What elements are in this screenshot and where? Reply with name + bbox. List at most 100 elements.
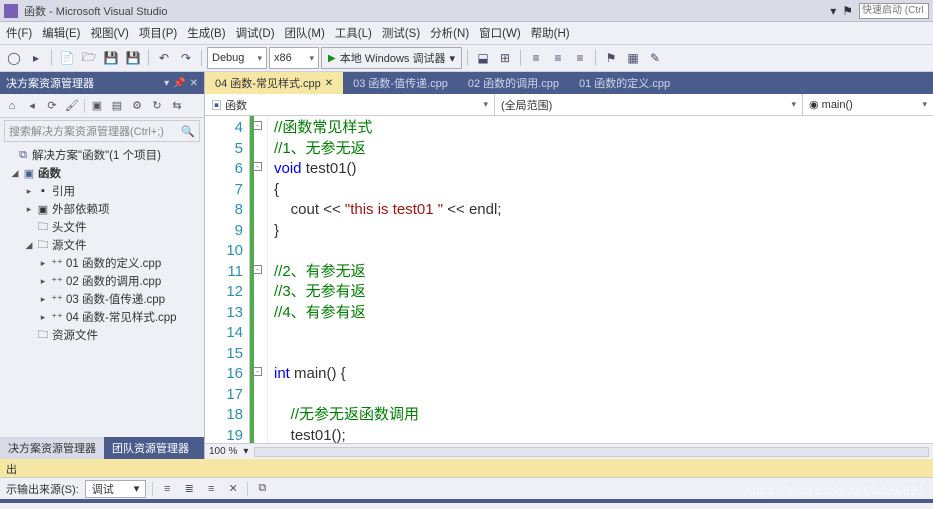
search-input[interactable]: 搜索解决方案资源管理器(Ctrl+;) 🔍 — [4, 120, 200, 142]
out-icon-1[interactable]: ≡ — [159, 481, 175, 497]
title-bar: 函数 - Microsoft Visual Studio ▾ ⚑ — [0, 0, 933, 22]
flag-icon[interactable]: ⚑ — [842, 4, 853, 18]
dropdown-icon[interactable]: ▾ — [164, 78, 169, 89]
file-node[interactable]: 02 函数的调用.cpp — [66, 273, 161, 289]
out-icon-5[interactable]: ⧉ — [254, 481, 270, 497]
toggle-icon[interactable]: ⇆ — [169, 98, 185, 114]
window-title: 函数 - Microsoft Visual Studio — [24, 3, 830, 19]
nav-bar: ▣ 函数▾ (全局范围)▾ ◉ main()▾ — [205, 94, 933, 116]
tool-icon-7[interactable]: ▦ — [623, 47, 643, 69]
scope-dropdown[interactable]: (全局范围)▾ — [495, 94, 803, 115]
source-node[interactable]: 源文件 — [52, 237, 87, 253]
code-lines[interactable]: //函数常见样式 //1、无参无返 void test01() { cout <… — [268, 116, 933, 443]
headers-node[interactable]: 头文件 — [52, 219, 87, 235]
menu-edit[interactable]: 编辑(E) — [42, 25, 80, 41]
quick-launch-input[interactable] — [859, 3, 929, 19]
h-scrollbar[interactable] — [254, 447, 929, 457]
menu-project[interactable]: 项目(P) — [139, 25, 177, 41]
project-node[interactable]: 函数 — [38, 165, 61, 181]
open-button[interactable]: 🗁 — [79, 47, 99, 69]
output-toolbar: 示输出来源(S): 调试▾ ≡ ≣ ≡ ✕ ⧉ https://blog.csd… — [0, 477, 933, 499]
tab-solution-explorer[interactable]: 决方案资源管理器 — [0, 437, 104, 459]
zoom-dropdown[interactable]: 100 % — [209, 446, 237, 457]
menu-file[interactable]: 件(F) — [6, 25, 32, 41]
save-all-button[interactable]: 💾 — [123, 47, 143, 69]
pin-icon[interactable]: 📌 — [173, 78, 185, 89]
sync-icon[interactable]: ⟳ — [44, 98, 60, 114]
out-icon-3[interactable]: ≡ — [203, 481, 219, 497]
new-button[interactable]: 📄 — [57, 47, 77, 69]
brush-icon[interactable]: 🖌 — [64, 98, 80, 114]
out-icon-4[interactable]: ✕ — [225, 481, 241, 497]
tool-icon-6[interactable]: ⚑ — [601, 47, 621, 69]
props-icon[interactable]: ⚙ — [129, 98, 145, 114]
close-icon[interactable]: ✕ — [325, 78, 333, 89]
undo-button[interactable]: ↶ — [154, 47, 174, 69]
back-icon[interactable]: ◂ — [24, 98, 40, 114]
code-editor[interactable]: 45678910 11121314151617 181920 - - - - /… — [205, 116, 933, 443]
menu-window[interactable]: 窗口(W) — [479, 25, 521, 41]
close-icon[interactable]: ✕ — [190, 78, 198, 89]
tool-icon-5[interactable]: ≡ — [570, 47, 590, 69]
vs-logo-icon — [4, 4, 18, 18]
zoom-chev-icon[interactable]: ▾ — [243, 446, 248, 457]
refresh-icon[interactable]: ↻ — [149, 98, 165, 114]
save-button[interactable]: 💾 — [101, 47, 121, 69]
panel-toolbar: ⌂ ◂ ⟳ 🖌 ▣ ▤ ⚙ ↻ ⇆ — [0, 94, 204, 118]
output-panel-title[interactable]: 出 — [0, 459, 933, 477]
tool-icon-8[interactable]: ✎ — [645, 47, 665, 69]
editor-tab-2[interactable]: 03 函数-值传递.cpp — [343, 72, 458, 94]
nav-back-button[interactable]: ◯ — [4, 47, 24, 69]
editor-tab-3[interactable]: 02 函数的调用.cpp — [458, 72, 569, 94]
tool-icon-2[interactable]: ⊞ — [495, 47, 515, 69]
collapse-icon[interactable]: ▣ — [89, 98, 105, 114]
menu-build[interactable]: 生成(B) — [187, 25, 225, 41]
fold-margin[interactable]: - - - - — [250, 116, 268, 443]
menu-analyze[interactable]: 分析(N) — [430, 25, 469, 41]
show-all-icon[interactable]: ▤ — [109, 98, 125, 114]
menu-debug[interactable]: 调试(D) — [236, 25, 275, 41]
out-icon-2[interactable]: ≣ — [181, 481, 197, 497]
solution-tree[interactable]: ⧉解决方案"函数"(1 个项目) ◢▣函数 ▸▪引用 ▸▣外部依赖项 🗀头文件 … — [0, 144, 204, 437]
redo-button[interactable]: ↷ — [176, 47, 196, 69]
fold-icon[interactable]: - — [253, 367, 262, 376]
menu-help[interactable]: 帮助(H) — [531, 25, 570, 41]
file-node[interactable]: 04 函数-常见样式.cpp — [66, 309, 177, 325]
fold-icon[interactable]: - — [253, 265, 262, 274]
home-icon[interactable]: ⌂ — [4, 98, 20, 114]
tool-icon-4[interactable]: ≡ — [548, 47, 568, 69]
start-debug-button[interactable]: ▶本地 Windows 调试器▾ — [321, 47, 462, 69]
config-dropdown[interactable]: Debug▾ — [207, 47, 267, 69]
file-node[interactable]: 01 函数的定义.cpp — [66, 255, 161, 271]
tool-icon-1[interactable]: ⬓ — [473, 47, 493, 69]
editor-area: 04 函数-常见样式.cpp✕ 03 函数-值传递.cpp 02 函数的调用.c… — [205, 72, 933, 459]
platform-dropdown[interactable]: x86▾ — [269, 47, 319, 69]
external-deps-node[interactable]: 外部依赖项 — [52, 201, 110, 217]
menu-team[interactable]: 团队(M) — [285, 25, 325, 41]
project-scope-dropdown[interactable]: ▣ 函数▾ — [205, 94, 495, 115]
fold-icon[interactable]: - — [253, 121, 262, 130]
member-dropdown[interactable]: ◉ main()▾ — [803, 94, 933, 115]
solution-explorer: 决方案资源管理器 ▾ 📌 ✕ ⌂ ◂ ⟳ 🖌 ▣ ▤ ⚙ ↻ ⇆ 搜索解决方案资源管… — [0, 72, 205, 459]
tab-team-explorer[interactable]: 团队资源管理器 — [104, 437, 197, 459]
editor-tab-1[interactable]: 04 函数-常见样式.cpp✕ — [205, 72, 343, 94]
nav-fwd-button[interactable]: ▸ — [26, 47, 46, 69]
search-icon: 🔍 — [181, 125, 195, 138]
menu-test[interactable]: 测试(S) — [382, 25, 420, 41]
references-node[interactable]: 引用 — [52, 183, 75, 199]
editor-tab-4[interactable]: 01 函数的定义.cpp — [569, 72, 680, 94]
sidebar-tabs: 决方案资源管理器 团队资源管理器 — [0, 437, 204, 459]
status-bar — [0, 499, 933, 503]
editor-tabs: 04 函数-常见样式.cpp✕ 03 函数-值传递.cpp 02 函数的调用.c… — [205, 72, 933, 94]
notify-icon[interactable]: ▾ — [830, 4, 836, 18]
menu-tools[interactable]: 工具(L) — [335, 25, 372, 41]
menu-view[interactable]: 视图(V) — [91, 25, 129, 41]
output-source-dropdown[interactable]: 调试▾ — [85, 480, 147, 498]
fold-icon[interactable]: - — [253, 162, 262, 171]
tool-icon-3[interactable]: ≡ — [526, 47, 546, 69]
file-node[interactable]: 03 函数-值传递.cpp — [66, 291, 165, 307]
solution-node[interactable]: 解决方案"函数"(1 个项目) — [32, 147, 161, 163]
line-gutter: 45678910 11121314151617 181920 — [205, 116, 250, 443]
menu-bar: 件(F) 编辑(E) 视图(V) 项目(P) 生成(B) 调试(D) 团队(M)… — [0, 22, 933, 44]
resources-node[interactable]: 资源文件 — [52, 327, 98, 343]
